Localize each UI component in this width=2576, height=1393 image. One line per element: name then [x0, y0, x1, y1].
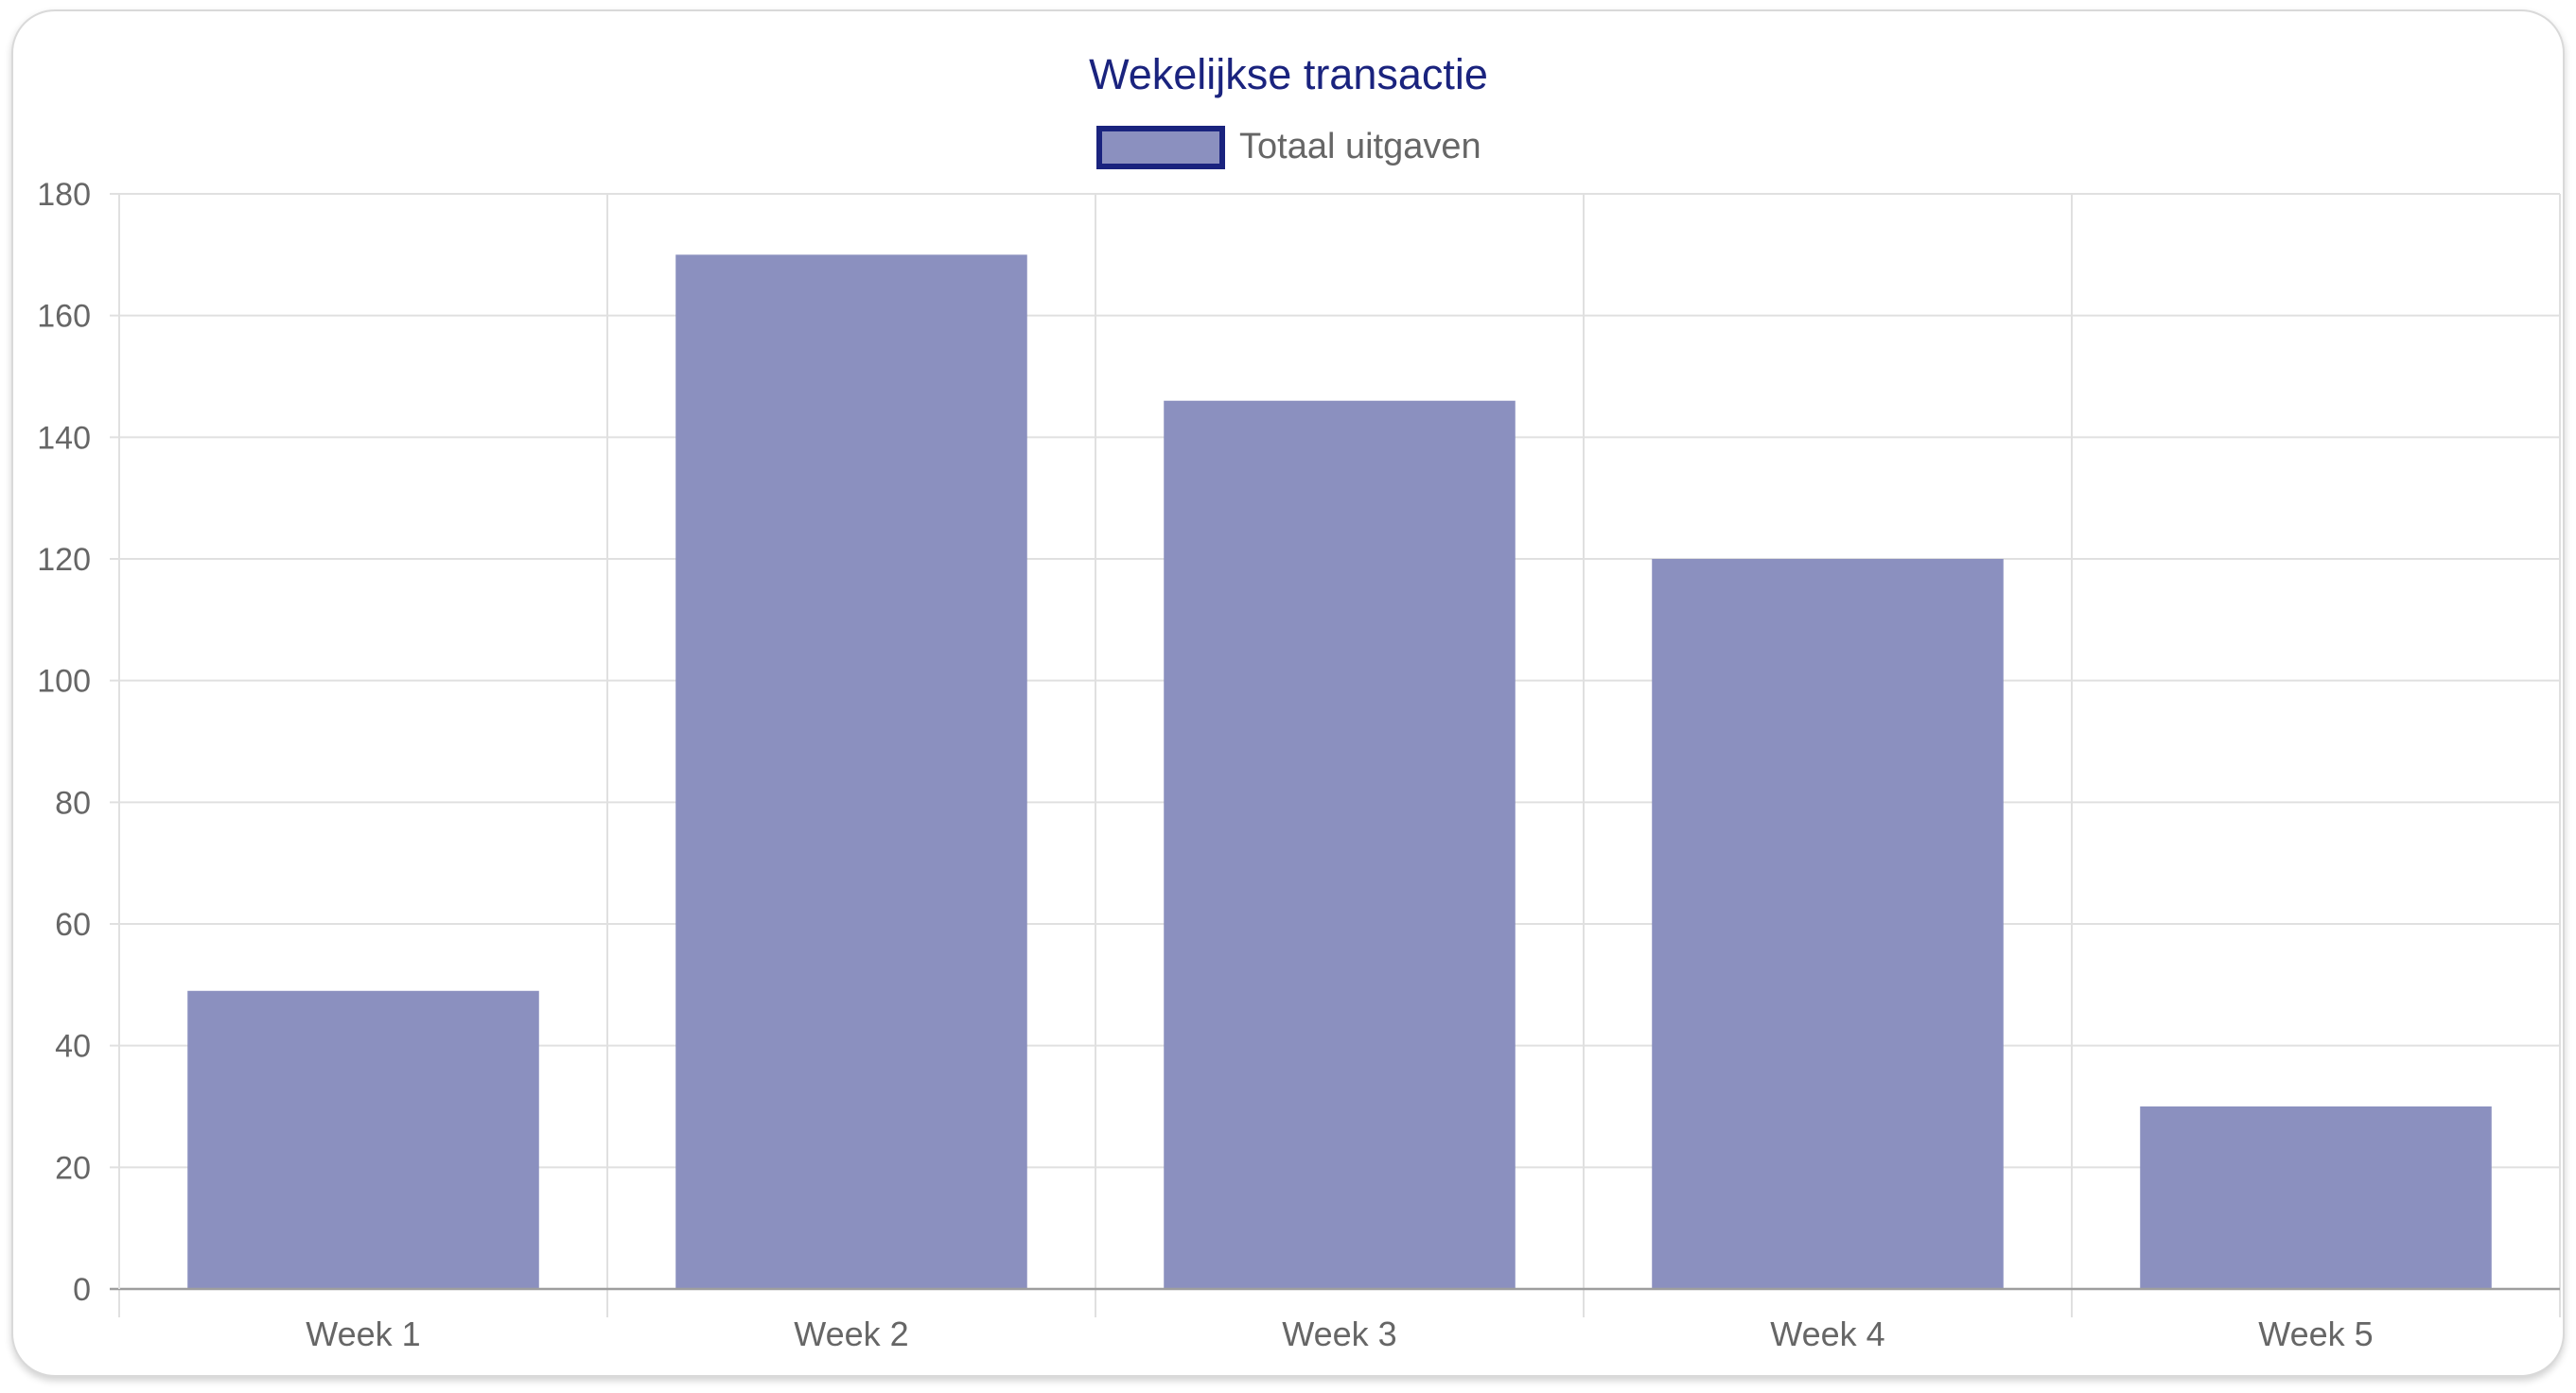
legend-label: Totaal uitgaven	[1239, 127, 1481, 166]
legend[interactable]: Totaal uitgaven	[1096, 126, 1481, 169]
y-tick-label: 60	[55, 907, 91, 943]
bar[interactable]	[1164, 400, 1516, 1289]
x-tick-label: Week 2	[794, 1315, 908, 1353]
y-tick-label: 160	[37, 299, 91, 335]
y-tick-label: 120	[37, 542, 91, 578]
x-tick-label: Week 4	[1770, 1315, 1884, 1353]
y-tick-label: 100	[37, 664, 91, 700]
legend-swatch	[1096, 126, 1225, 169]
y-tick-label: 180	[37, 177, 91, 213]
x-tick-label: Week 1	[306, 1315, 420, 1353]
bar[interactable]	[1652, 559, 2004, 1289]
bars	[187, 254, 2492, 1289]
bar-chart: Wekelijkse transactie Totaal uitgaven 0 2…	[37, 50, 2561, 1353]
y-axis-tick-labels: 0 20 40 60 80 100 120 140 160 180	[37, 177, 91, 1308]
y-tick-label: 40	[55, 1029, 91, 1065]
x-tick-label: Week 5	[2258, 1315, 2373, 1353]
chart-title: Wekelijkse transactie	[1089, 50, 1488, 98]
x-tick-label: Week 3	[1282, 1315, 1396, 1353]
y-tick-label: 80	[55, 785, 91, 821]
y-tick-label: 0	[73, 1272, 91, 1308]
y-tick-label: 20	[55, 1150, 91, 1186]
bar[interactable]	[675, 254, 1027, 1289]
bar[interactable]	[187, 990, 539, 1289]
bar[interactable]	[2140, 1106, 2492, 1289]
x-axis-category-labels: Week 1 Week 2 Week 3 Week 4 Week 5	[306, 1315, 2373, 1353]
y-tick-label: 140	[37, 420, 91, 456]
